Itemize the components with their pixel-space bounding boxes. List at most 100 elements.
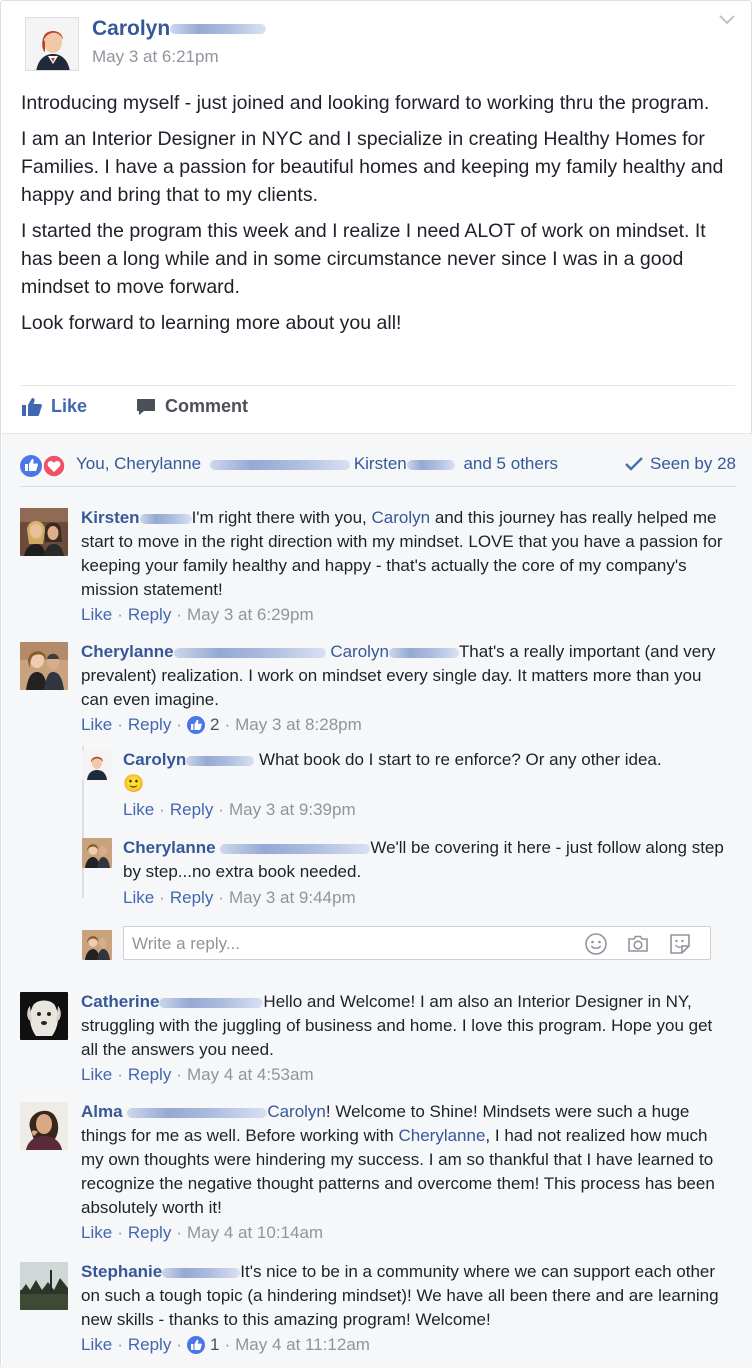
mention-link[interactable]: Carolyn [267, 1102, 326, 1121]
reactions-bar: You, Cherylanne Kirsten and 5 others See… [20, 452, 736, 478]
commenter-avatar[interactable] [20, 1262, 68, 1310]
seen-by[interactable]: Seen by 28 [624, 454, 736, 474]
comment-button[interactable]: Comment [135, 396, 248, 417]
comment-time[interactable]: May 3 at 9:39pm [229, 800, 356, 820]
author-avatar[interactable] [25, 17, 79, 71]
comment-time[interactable]: May 3 at 9:44pm [229, 888, 356, 908]
checkmark-icon [625, 457, 643, 471]
comment-body: Cherylanne Carolyn That's a really import… [81, 640, 731, 712]
current-user-avatar [82, 930, 112, 960]
comment-like-link[interactable]: Like [123, 800, 154, 820]
post-author[interactable]: Carolyn [92, 17, 267, 41]
commenter-name[interactable]: Carolyn [123, 750, 186, 769]
comment-meta: Like · Reply · 2 · May 3 at 8:28pm [81, 715, 362, 735]
comment-time[interactable]: May 3 at 8:28pm [235, 715, 362, 735]
comment-like-count[interactable]: 1 [210, 1335, 219, 1355]
comment: Cherylanne Carolyn That's a really import… [20, 640, 736, 750]
love-heart-icon [42, 454, 66, 478]
comment-meta: Like · Reply · May 4 at 4:53am [81, 1065, 314, 1085]
reply-input[interactable] [132, 933, 572, 955]
comment-like-link[interactable]: Like [81, 1223, 112, 1243]
comment-time[interactable]: May 4 at 4:53am [187, 1065, 314, 1085]
comment-like-link[interactable]: Like [81, 1065, 112, 1085]
mention-link[interactable]: Carolyn [372, 508, 431, 527]
comment-reply-link[interactable]: Reply [128, 715, 171, 735]
commenter-name[interactable]: Catherine [81, 992, 159, 1011]
chevron-down-icon[interactable] [718, 13, 736, 27]
reaction-icons[interactable] [20, 454, 68, 478]
commenter-name[interactable]: Kirsten [81, 508, 140, 527]
like-thumb-icon [22, 397, 42, 416]
comment-bubble-icon [137, 398, 155, 415]
comment-body: Carolyn What book do I start to re enfor… [123, 748, 733, 796]
like-thumb-icon [187, 1336, 205, 1354]
redacted-surname [170, 24, 267, 35]
comment: Catherine Hello and Welcome! I am also an… [20, 990, 736, 1090]
commenter-avatar[interactable] [20, 1102, 68, 1150]
mention-link[interactable]: Carolyn [330, 642, 389, 661]
post-header: Carolyn May 3 at 6:21pm [21, 15, 721, 71]
commenter-name[interactable]: Stephanie [81, 1262, 162, 1281]
commenter-name[interactable]: Alma [81, 1102, 123, 1121]
commenter-avatar[interactable] [82, 750, 112, 780]
redacted-surname [406, 459, 455, 470]
comment-meta: Like · Reply · May 4 at 10:14am [81, 1223, 324, 1243]
comment-reply-link[interactable]: Reply [128, 1065, 171, 1085]
comment-like-link[interactable]: Like [81, 1335, 112, 1355]
post-author-name[interactable]: Carolyn [92, 17, 170, 40]
comment-time[interactable]: May 4 at 11:12am [235, 1335, 370, 1355]
comment-like-link[interactable]: Like [81, 605, 112, 625]
commenter-avatar[interactable] [20, 642, 68, 690]
reply: Cherylanne We'll be covering it here - j… [82, 836, 732, 914]
comment-reply-link[interactable]: Reply [128, 1223, 171, 1243]
like-button[interactable]: Like [21, 396, 87, 417]
redacted-surname [127, 1107, 268, 1118]
reply: Carolyn What book do I start to re enfor… [82, 748, 732, 826]
comment-like-count[interactable]: 2 [210, 715, 219, 735]
redacted-surname [209, 459, 350, 470]
reactions-summary[interactable]: You, Cherylanne Kirsten and 5 others [76, 454, 558, 474]
camera-icon[interactable] [626, 932, 650, 956]
post-card: Carolyn May 3 at 6:21pm Introducing myse… [0, 0, 752, 1368]
commenter-name[interactable]: Cherylanne [123, 838, 216, 857]
comment: Stephanie It's nice to be in a community … [20, 1260, 736, 1360]
post-paragraph: Look forward to learning more about you … [21, 312, 402, 334]
redacted-surname [388, 647, 459, 658]
divider [20, 486, 736, 487]
like-label: Like [51, 396, 88, 416]
comment-time[interactable]: May 3 at 6:29pm [187, 605, 314, 625]
reactions-names: You, Cherylanne [76, 454, 202, 473]
like-thumb-icon [20, 455, 42, 477]
redacted-surname [173, 647, 326, 658]
comments-section: You, Cherylanne Kirsten and 5 others See… [2, 433, 752, 1368]
redacted-surname [159, 997, 264, 1008]
commenter-name[interactable]: Cherylanne [81, 642, 174, 661]
comment-time[interactable]: May 4 at 10:14am [187, 1223, 323, 1243]
commenter-avatar[interactable] [20, 508, 68, 556]
like-thumb-icon [187, 716, 205, 734]
comment-body: Cherylanne We'll be covering it here - j… [123, 836, 733, 884]
comment-body: Stephanie It's nice to be in a community … [81, 1260, 731, 1332]
post-actions: Like Comment [21, 396, 733, 422]
divider [21, 385, 735, 386]
commenter-avatar[interactable] [20, 992, 68, 1040]
comment-reply-link[interactable]: Reply [128, 605, 171, 625]
comment-text: What book do I start to re enforce? Or a… [259, 750, 662, 769]
comment-reply-link[interactable]: Reply [128, 1335, 171, 1355]
comment-like-link[interactable]: Like [81, 715, 112, 735]
comment: Alma Carolyn! Welcome to Shine! Mindsets… [20, 1100, 736, 1250]
comment-reply-link[interactable]: Reply [170, 888, 213, 908]
emoji-icon[interactable] [584, 932, 608, 956]
comment-like-link[interactable]: Like [123, 888, 154, 908]
post-paragraph: Introducing myself - just joined and loo… [21, 92, 710, 114]
comment-reply-link[interactable]: Reply [170, 800, 213, 820]
comment-meta: Like · Reply · May 3 at 6:29pm [81, 605, 314, 625]
comment-body: Kirsten I'm right there with you, Carolyn… [81, 506, 731, 602]
mention-link[interactable]: Cherylanne [398, 1126, 485, 1145]
commenter-avatar[interactable] [82, 838, 112, 868]
post-timestamp[interactable]: May 3 at 6:21pm [92, 47, 219, 67]
sticker-icon[interactable] [668, 932, 692, 956]
smiley-emoji-icon: 🙂 [123, 774, 145, 794]
comment-meta: Like · Reply · 1 · May 4 at 11:12am [81, 1335, 370, 1355]
post-paragraph: I started the program this week and I re… [21, 220, 706, 298]
